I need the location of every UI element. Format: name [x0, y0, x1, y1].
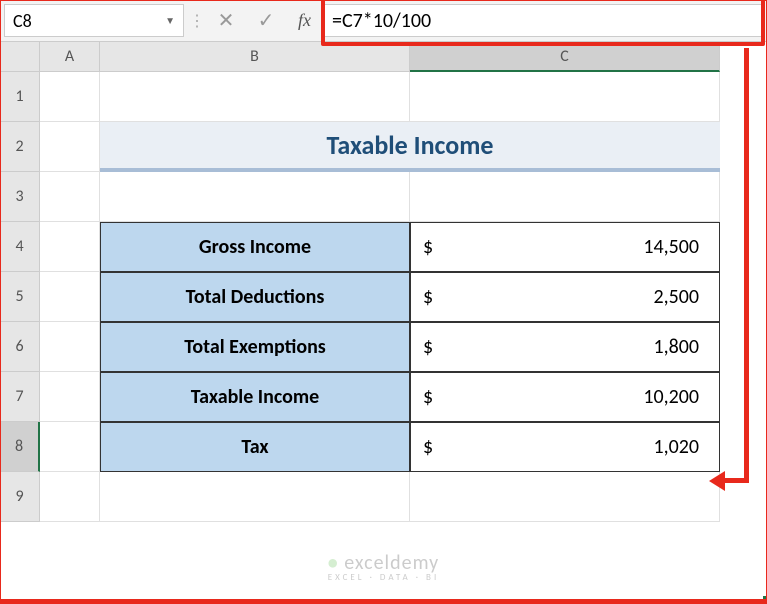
cell-a1[interactable]	[40, 72, 100, 122]
cell-a4[interactable]	[40, 222, 100, 272]
separator-icon: ⋮	[188, 0, 206, 41]
cell-a2[interactable]	[40, 122, 100, 172]
row-header-1[interactable]: 1	[0, 72, 40, 122]
row-header-4[interactable]: 4	[0, 222, 40, 272]
row-header-8[interactable]: 8	[0, 422, 40, 472]
row-header-6[interactable]: 6	[0, 322, 40, 372]
cell-b3[interactable]	[100, 172, 410, 222]
row-header-7[interactable]: 7	[0, 372, 40, 422]
formula-text: =C7*10/100	[332, 9, 431, 33]
formula-bar: C8 ▼ ⋮ ✕ ✓ fx =C7*10/100	[0, 0, 767, 42]
cell-a6[interactable]	[40, 322, 100, 372]
cell-a5[interactable]	[40, 272, 100, 322]
value-total-exemptions[interactable]: $ 1,800	[410, 322, 720, 372]
fill-handle-icon[interactable]	[763, 596, 767, 604]
label-gross-income[interactable]: Gross Income	[100, 222, 410, 272]
title-cell[interactable]: Taxable Income	[100, 122, 720, 172]
formula-input[interactable]: =C7*10/100	[323, 4, 763, 37]
label-tax[interactable]: Tax	[100, 422, 410, 472]
row-header-9[interactable]: 9	[0, 472, 40, 522]
label-total-deductions[interactable]: Total Deductions	[100, 272, 410, 322]
title-text: Taxable Income	[326, 129, 493, 161]
value-gross-income[interactable]: $ 14,500	[410, 222, 720, 272]
arrow-icon	[709, 471, 725, 491]
select-all-corner[interactable]	[0, 42, 40, 72]
label-taxable-income[interactable]: Taxable Income	[100, 372, 410, 422]
connector-line-vertical	[744, 48, 749, 480]
value-taxable-income[interactable]: $ 10,200	[410, 372, 720, 422]
cell-a3[interactable]	[40, 172, 100, 222]
cancel-icon[interactable]: ✕	[206, 0, 246, 41]
dropdown-icon[interactable]: ▼	[165, 14, 175, 27]
cell-c9[interactable]	[410, 472, 720, 522]
value-tax[interactable]: $ 1,020	[410, 422, 720, 472]
cell-c1[interactable]	[410, 72, 720, 122]
cell-c3[interactable]	[410, 172, 720, 222]
spreadsheet-grid: A B C 1 2 Taxable Income 3 4 Gross Incom…	[0, 42, 767, 522]
cell-a7[interactable]	[40, 372, 100, 422]
row-header-2[interactable]: 2	[0, 122, 40, 172]
col-header-a[interactable]: A	[40, 42, 100, 72]
col-header-c[interactable]: C	[410, 42, 720, 72]
confirm-icon[interactable]: ✓	[246, 0, 286, 41]
name-box[interactable]: C8 ▼	[4, 4, 184, 37]
row-header-5[interactable]: 5	[0, 272, 40, 322]
row-header-3[interactable]: 3	[0, 172, 40, 222]
value-total-deductions[interactable]: $ 2,500	[410, 272, 720, 322]
fx-icon[interactable]: fx	[286, 0, 323, 41]
watermark: • exceldemy EXCEL · DATA · BI	[328, 553, 439, 582]
cell-b1[interactable]	[100, 72, 410, 122]
cell-b9[interactable]	[100, 472, 410, 522]
name-box-value: C8	[13, 10, 32, 32]
cell-a9[interactable]	[40, 472, 100, 522]
cell-a8[interactable]	[40, 422, 100, 472]
label-total-exemptions[interactable]: Total Exemptions	[100, 322, 410, 372]
col-header-b[interactable]: B	[100, 42, 410, 72]
